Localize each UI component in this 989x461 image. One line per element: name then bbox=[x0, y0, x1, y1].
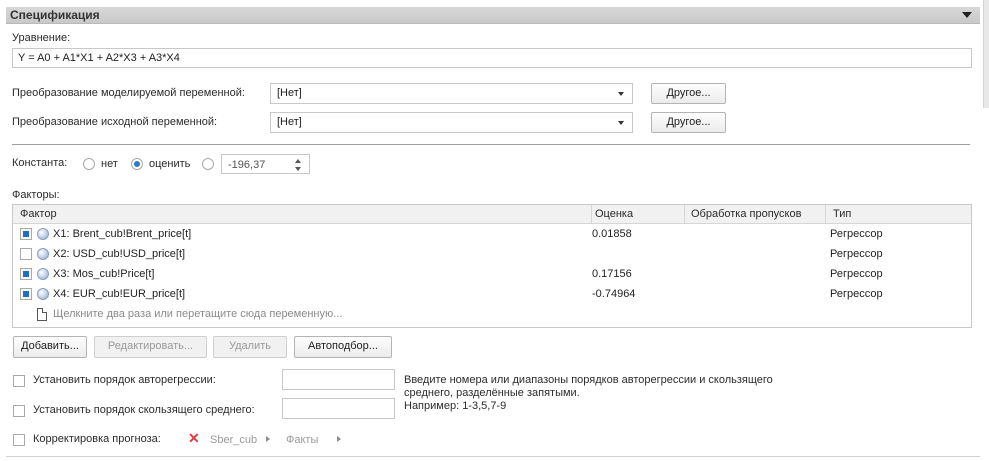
transform-model-select[interactable]: [Нет] bbox=[270, 83, 633, 104]
chevron-down-icon[interactable] bbox=[618, 121, 624, 125]
factor-type: Регрессор bbox=[830, 228, 883, 240]
autofit-button[interactable]: Автоподбор... bbox=[294, 336, 392, 358]
factor-type: Регрессор bbox=[830, 288, 883, 300]
constant-none-radio[interactable] bbox=[83, 158, 95, 170]
factor-name: X3: Mos_cub!Price[t] bbox=[53, 268, 155, 280]
add-button[interactable]: Добавить... bbox=[13, 336, 87, 358]
chevron-down-icon[interactable] bbox=[618, 92, 624, 96]
factor-estimate: 0.17156 bbox=[592, 268, 632, 280]
chevron-right-icon[interactable] bbox=[337, 436, 341, 442]
add-variable-hint: Щелкните два раза или перетащите сюда пе… bbox=[53, 308, 343, 320]
factors-grid[interactable]: Фактор Оценка Обработка пропусков Тип X1… bbox=[12, 204, 972, 328]
transform-source-other-button[interactable]: Другое... bbox=[651, 112, 726, 133]
constant-estimate-radio[interactable] bbox=[131, 158, 143, 170]
factor-name: X2: USD_cub!USD_price[t] bbox=[53, 248, 186, 260]
factor-checkbox[interactable] bbox=[20, 268, 32, 280]
forecast-correction-label: Корректировка прогноза: bbox=[33, 433, 161, 445]
factor-estimate: -0.74964 bbox=[592, 288, 636, 300]
ar-order-label: Установить порядок авторегрессии: bbox=[33, 374, 216, 386]
ar-order-checkbox[interactable] bbox=[13, 375, 25, 387]
variable-ball-icon bbox=[37, 288, 49, 300]
equation-label: Уравнение: bbox=[12, 32, 71, 44]
column-estimate[interactable]: Оценка bbox=[595, 208, 633, 220]
ar-order-input[interactable] bbox=[282, 369, 395, 390]
document-icon bbox=[37, 308, 47, 321]
column-separator bbox=[684, 205, 685, 223]
factor-type: Регрессор bbox=[830, 268, 883, 280]
transform-model-other-button[interactable]: Другое... bbox=[651, 83, 726, 104]
panel-title: Спецификация bbox=[10, 8, 100, 22]
table-row[interactable]: X3: Mos_cub!Price[t] 0.17156 Регрессор bbox=[13, 264, 971, 284]
chevron-right-icon[interactable] bbox=[266, 436, 270, 442]
factor-name: X4: EUR_cub!EUR_price[t] bbox=[53, 288, 186, 300]
grid-header: Фактор Оценка Обработка пропусков Тип bbox=[13, 205, 971, 224]
factor-estimate: 0.01858 bbox=[592, 228, 632, 240]
ma-order-checkbox[interactable] bbox=[13, 405, 25, 417]
column-type[interactable]: Тип bbox=[833, 208, 851, 220]
column-separator bbox=[591, 205, 592, 223]
delete-button[interactable]: Удалить bbox=[213, 336, 287, 358]
breadcrumb-cube[interactable]: Sber_cub bbox=[210, 434, 257, 446]
order-help-line2: среднего, разделённые запятыми. bbox=[404, 387, 580, 399]
equation-input[interactable]: Y = A0 + A1*X1 + A2*X3 + A3*X4 bbox=[12, 48, 972, 68]
equation-value: Y = A0 + A1*X1 + A2*X3 + A3*X4 bbox=[18, 52, 180, 64]
close-icon[interactable]: ✕ bbox=[188, 430, 200, 447]
transform-source-value: [Нет] bbox=[277, 116, 302, 128]
table-row[interactable]: X4: EUR_cub!EUR_price[t] -0.74964 Регрес… bbox=[13, 284, 971, 304]
divider bbox=[12, 144, 970, 145]
add-variable-row[interactable]: Щелкните два раза или перетащите сюда пе… bbox=[13, 304, 971, 324]
variable-ball-icon bbox=[37, 228, 49, 240]
column-factor[interactable]: Фактор bbox=[20, 208, 57, 220]
transform-model-value: [Нет] bbox=[277, 87, 302, 99]
collapse-arrow-icon[interactable] bbox=[962, 12, 972, 18]
ma-order-input[interactable] bbox=[282, 398, 395, 419]
factors-label: Факторы: bbox=[12, 189, 60, 201]
factor-checkbox[interactable] bbox=[20, 288, 32, 300]
transform-model-label: Преобразование моделируемой переменной: bbox=[12, 87, 245, 99]
ma-order-label: Установить порядок скользящего среднего: bbox=[33, 404, 255, 416]
panel-bottom-border bbox=[6, 456, 980, 457]
edit-button[interactable]: Редактировать... bbox=[94, 336, 207, 358]
order-help-line3: Например: 1-3,5,7-9 bbox=[404, 400, 507, 412]
factor-checkbox[interactable] bbox=[20, 228, 32, 240]
table-row[interactable]: X1: Brent_cub!Brent_price[t] 0.01858 Рег… bbox=[13, 224, 971, 244]
forecast-correction-checkbox[interactable] bbox=[13, 434, 25, 446]
column-missing[interactable]: Обработка пропусков bbox=[691, 208, 801, 220]
vertical-scrollbar[interactable] bbox=[983, 0, 989, 108]
constant-value: -196,37 bbox=[228, 159, 266, 171]
table-row[interactable]: X2: USD_cub!USD_price[t] Регрессор bbox=[13, 244, 971, 264]
stepper-down-icon[interactable] bbox=[295, 167, 301, 171]
transform-source-select[interactable]: [Нет] bbox=[270, 112, 633, 133]
constant-value-stepper[interactable]: -196,37 bbox=[221, 154, 310, 174]
stepper-up-icon[interactable] bbox=[295, 159, 301, 163]
column-separator bbox=[825, 205, 826, 223]
factor-checkbox[interactable] bbox=[20, 248, 32, 260]
factor-type: Регрессор bbox=[830, 248, 883, 260]
constant-estimate-label: оценить bbox=[149, 158, 191, 170]
variable-ball-icon bbox=[37, 268, 49, 280]
order-help-text: Введите номера или диапазоны порядков ав… bbox=[404, 374, 824, 413]
constant-value-radio[interactable] bbox=[202, 158, 214, 170]
breadcrumb-facts[interactable]: Факты bbox=[286, 434, 318, 446]
transform-source-label: Преобразование исходной переменной: bbox=[12, 116, 218, 128]
specification-panel-header[interactable]: Спецификация bbox=[6, 7, 980, 24]
constant-label: Константа: bbox=[12, 157, 68, 169]
order-help-line1: Введите номера или диапазоны порядков ав… bbox=[404, 374, 773, 386]
variable-ball-icon bbox=[37, 248, 49, 260]
factor-name: X1: Brent_cub!Brent_price[t] bbox=[53, 228, 192, 240]
constant-none-label: нет bbox=[101, 158, 118, 170]
